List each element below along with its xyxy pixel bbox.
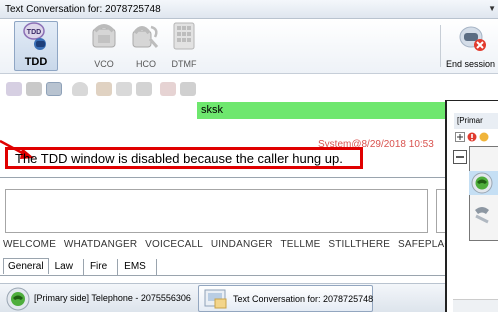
copy-icon[interactable] (116, 82, 132, 96)
vco-button[interactable]: VCO (84, 21, 124, 71)
hco-icon (132, 25, 159, 48)
macro-voicecall[interactable]: VOICECALL (145, 239, 203, 250)
keypad-icon (173, 22, 195, 50)
telephone-tab-label: [Primary side] Telephone - 2075556306 (34, 293, 191, 303)
conversation-divider (0, 177, 445, 178)
text-conversation-icon (204, 289, 227, 309)
expand-icon[interactable] (455, 132, 465, 142)
save-icon[interactable] (26, 82, 42, 96)
print-icon[interactable] (180, 82, 196, 96)
tree-row-root[interactable] (453, 131, 498, 143)
tdd-label: TDD (24, 56, 48, 68)
svg-text:TDD: TDD (27, 29, 41, 36)
message-input[interactable] (5, 189, 428, 233)
secondary-window-footer (453, 299, 498, 312)
window-title: Text Conversation for: 2078725748 (5, 4, 161, 15)
text-conversation-tab-label: Text Conversation for: 2078725748 (233, 294, 374, 304)
handset-icon[interactable] (471, 204, 493, 226)
alert-icon (467, 132, 477, 142)
cut-icon[interactable] (96, 82, 112, 96)
edit-toolbar (0, 75, 440, 101)
macro-stillthere[interactable]: STILLTHERE (328, 239, 390, 250)
secondary-window: [Primar (445, 100, 498, 312)
chevron-down-icon[interactable]: ▼ (488, 4, 496, 14)
dtmf-label: DTMF (171, 59, 197, 69)
annotation-highlight-box (5, 147, 363, 169)
macro-uindanger[interactable]: UINDANGER (211, 239, 273, 250)
paste-icon[interactable] (136, 82, 152, 96)
sent-message-bubble: sksk (197, 102, 447, 119)
macro-bar: WELCOME WHATDANGER VOICECALL UINDANGER T… (3, 239, 445, 255)
window-titlebar: Text Conversation for: 2078725748 ▼ (0, 0, 498, 19)
secondary-window-header: [Primar (454, 113, 498, 129)
tab-ems[interactable]: EMS (118, 259, 157, 275)
tdd-icon: TDD (23, 22, 46, 50)
tab-fire[interactable]: Fire (84, 259, 119, 275)
ribbon: TDD TDD VCO HCO DTMF End session (0, 19, 498, 74)
hco-button[interactable]: HCO (126, 21, 166, 71)
delete-icon[interactable] (160, 82, 176, 96)
status-icon (479, 132, 489, 142)
selected-line-item[interactable] (469, 171, 498, 195)
save-as-icon[interactable] (46, 82, 62, 96)
macro-whatdanger[interactable]: WHATDANGER (64, 239, 137, 250)
session-taskbar: [Primary side] Telephone - 2075556306 Te… (0, 283, 445, 312)
undo-icon[interactable] (72, 82, 88, 96)
tab-law[interactable]: Law (49, 259, 84, 275)
tdd-button[interactable]: TDD TDD (14, 21, 58, 71)
end-session-label: End session (446, 59, 496, 69)
telephone-icon (6, 287, 30, 311)
macro-tellme[interactable]: TELLME (280, 239, 320, 250)
text-conversation-tab[interactable]: Text Conversation for: 2078725748 (198, 285, 373, 312)
macro-safeplace[interactable]: SAFEPLACE (398, 239, 445, 250)
category-tabs-underline (0, 275, 445, 276)
vco-icon (92, 24, 116, 48)
hco-label: HCO (136, 59, 156, 69)
vco-label: VCO (94, 59, 114, 69)
open-icon[interactable] (6, 82, 22, 96)
telephone-session-tab[interactable]: [Primary side] Telephone - 2075556306 (6, 285, 191, 312)
tab-general[interactable]: General (3, 258, 49, 274)
dtmf-button[interactable]: DTMF (164, 21, 204, 71)
macro-welcome[interactable]: WELCOME (3, 239, 56, 250)
end-session-button[interactable]: End session (446, 21, 498, 71)
active-call-icon (471, 172, 493, 194)
end-session-icon (459, 26, 486, 51)
category-tabs: General Law Fire EMS (3, 258, 157, 275)
ribbon-separator (440, 25, 441, 67)
collapse-icon[interactable] (453, 150, 467, 164)
